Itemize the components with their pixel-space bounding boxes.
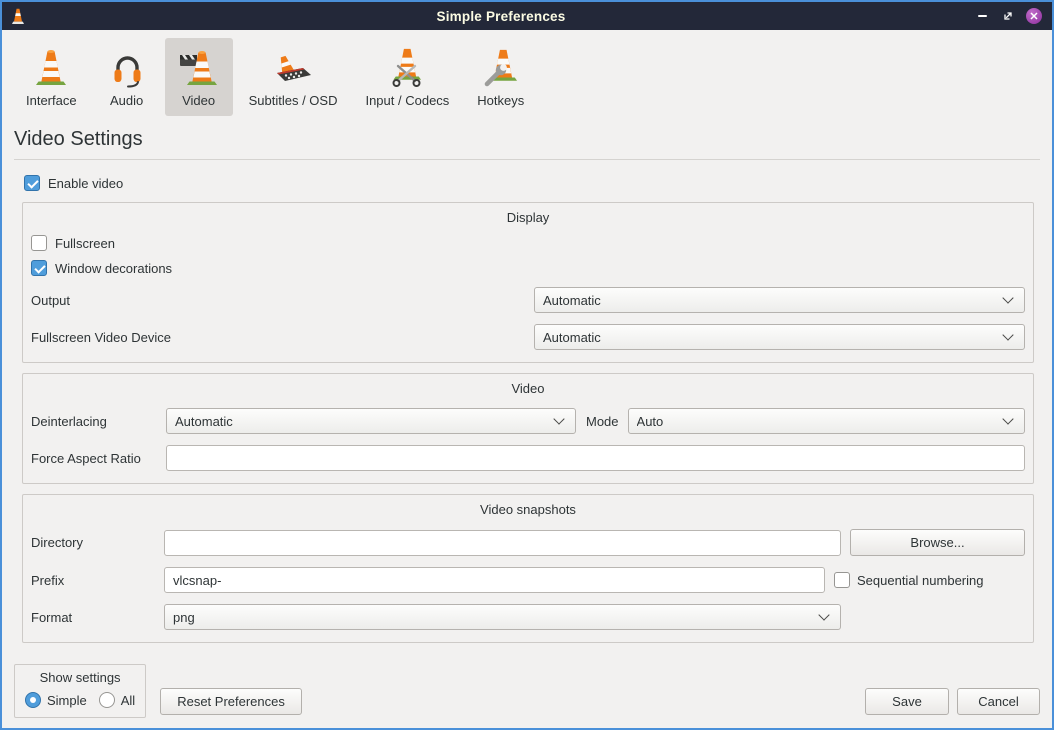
category-toolbar: Interface Audio xyxy=(2,30,1052,120)
directory-row: Directory Browse... xyxy=(31,529,1025,556)
close-button[interactable] xyxy=(1026,8,1042,24)
force-aspect-ratio-input[interactable] xyxy=(166,445,1025,471)
format-label: Format xyxy=(31,610,164,625)
restore-button[interactable] xyxy=(1000,8,1016,24)
output-dropdown-value: Automatic xyxy=(543,293,998,308)
chevron-down-icon xyxy=(1002,292,1013,303)
deinterlace-mode-dropdown[interactable]: Auto xyxy=(628,408,1025,434)
window-decorations-label: Window decorations xyxy=(55,261,172,276)
window-decorations-row: Window decorations xyxy=(31,260,1025,276)
save-button[interactable]: Save xyxy=(865,688,949,715)
sequential-numbering-row: Sequential numbering xyxy=(834,572,1025,588)
video-group-title: Video xyxy=(31,379,1025,402)
format-row: Format png xyxy=(31,604,1025,630)
deinterlacing-dropdown-value: Automatic xyxy=(175,414,549,429)
sequential-numbering-label: Sequential numbering xyxy=(857,573,983,588)
all-radio[interactable] xyxy=(99,692,115,708)
show-settings-groupbox: Show settings Simple All xyxy=(14,664,146,718)
directory-label: Directory xyxy=(31,535,164,550)
tab-video[interactable]: Video xyxy=(165,38,233,116)
preferences-window: Simple Preferences xyxy=(0,0,1054,730)
display-groupbox: Display Fullscreen Window decorations Ou… xyxy=(22,202,1034,363)
fullscreen-label: Fullscreen xyxy=(55,236,115,251)
restore-icon xyxy=(1002,10,1014,22)
show-settings-simple-option[interactable]: Simple xyxy=(25,692,87,708)
headphones-icon xyxy=(105,44,149,88)
footer: Show settings Simple All Reset Preferenc… xyxy=(2,664,1052,728)
output-label: Output xyxy=(31,293,534,308)
video-snapshots-groupbox: Video snapshots Directory Browse... Pref… xyxy=(22,494,1034,643)
directory-input[interactable] xyxy=(164,530,841,556)
tab-audio[interactable]: Audio xyxy=(93,38,161,116)
tab-input-codecs[interactable]: Input / Codecs xyxy=(353,38,461,116)
browse-button[interactable]: Browse... xyxy=(850,529,1025,556)
show-settings-title: Show settings xyxy=(25,670,135,692)
tab-interface[interactable]: Interface xyxy=(14,38,89,116)
chevron-down-icon xyxy=(1002,329,1013,340)
video-snapshots-group-title: Video snapshots xyxy=(31,500,1025,523)
tab-input-codecs-label: Input / Codecs xyxy=(365,93,449,108)
enable-video-label: Enable video xyxy=(48,176,123,191)
fullscreen-video-device-label: Fullscreen Video Device xyxy=(31,330,534,345)
display-group-title: Display xyxy=(31,208,1025,231)
enable-video-row: Enable video xyxy=(24,175,1034,191)
fullscreen-video-device-dropdown-value: Automatic xyxy=(543,330,998,345)
output-row: Output Automatic xyxy=(31,287,1025,313)
fullscreen-video-device-dropdown[interactable]: Automatic xyxy=(534,324,1025,350)
tab-subtitles-osd-label: Subtitles / OSD xyxy=(249,93,338,108)
deinterlace-mode-dropdown-value: Auto xyxy=(637,414,998,429)
show-settings-all-option[interactable]: All xyxy=(99,692,135,708)
fullscreen-row: Fullscreen xyxy=(31,235,1025,251)
tab-hotkeys[interactable]: Hotkeys xyxy=(465,38,536,116)
tab-interface-label: Interface xyxy=(26,93,77,108)
video-cone-icon xyxy=(177,44,221,88)
simple-radio[interactable] xyxy=(25,692,41,708)
reset-preferences-button[interactable]: Reset Preferences xyxy=(160,688,302,715)
cancel-button[interactable]: Cancel xyxy=(957,688,1040,715)
simple-radio-label: Simple xyxy=(47,693,87,708)
input-codecs-icon xyxy=(385,44,429,88)
close-icon xyxy=(1030,12,1038,20)
video-groupbox: Video Deinterlacing Automatic Mode Auto … xyxy=(22,373,1034,484)
titlebar: Simple Preferences xyxy=(2,2,1052,30)
chevron-down-icon xyxy=(1002,413,1013,424)
enable-video-checkbox[interactable] xyxy=(24,175,40,191)
deinterlacing-dropdown[interactable]: Automatic xyxy=(166,408,576,434)
chevron-down-icon xyxy=(818,609,829,620)
page-title: Video Settings xyxy=(14,128,1040,151)
vlc-app-icon xyxy=(8,5,28,27)
mode-label: Mode xyxy=(586,414,619,429)
force-aspect-ratio-row: Force Aspect Ratio xyxy=(31,445,1025,471)
window-controls xyxy=(974,8,1046,24)
tab-video-label: Video xyxy=(182,93,215,108)
output-dropdown[interactable]: Automatic xyxy=(534,287,1025,313)
prefix-input[interactable] xyxy=(164,567,825,593)
format-dropdown[interactable]: png xyxy=(164,604,841,630)
force-aspect-ratio-label: Force Aspect Ratio xyxy=(31,451,166,466)
tab-audio-label: Audio xyxy=(110,93,143,108)
deinterlacing-row: Deinterlacing Automatic Mode Auto xyxy=(31,408,1025,434)
minimize-button[interactable] xyxy=(974,8,990,24)
all-radio-label: All xyxy=(121,693,135,708)
fullscreen-video-device-row: Fullscreen Video Device Automatic xyxy=(31,324,1025,350)
tab-hotkeys-label: Hotkeys xyxy=(477,93,524,108)
hotkeys-icon xyxy=(479,44,523,88)
deinterlacing-label: Deinterlacing xyxy=(31,414,166,429)
tab-subtitles-osd[interactable]: Subtitles / OSD xyxy=(237,38,350,116)
fullscreen-checkbox[interactable] xyxy=(31,235,47,251)
vlc-cone-icon xyxy=(29,44,73,88)
prefix-label: Prefix xyxy=(31,573,164,588)
sequential-numbering-checkbox[interactable] xyxy=(834,572,850,588)
prefix-row: Prefix Sequential numbering xyxy=(31,567,1025,593)
chevron-down-icon xyxy=(553,413,564,424)
window-title: Simple Preferences xyxy=(28,9,974,24)
settings-content: Enable video Display Fullscreen Window d… xyxy=(2,160,1052,664)
subtitles-osd-icon xyxy=(271,44,315,88)
format-dropdown-value: png xyxy=(173,610,814,625)
window-decorations-checkbox[interactable] xyxy=(31,260,47,276)
